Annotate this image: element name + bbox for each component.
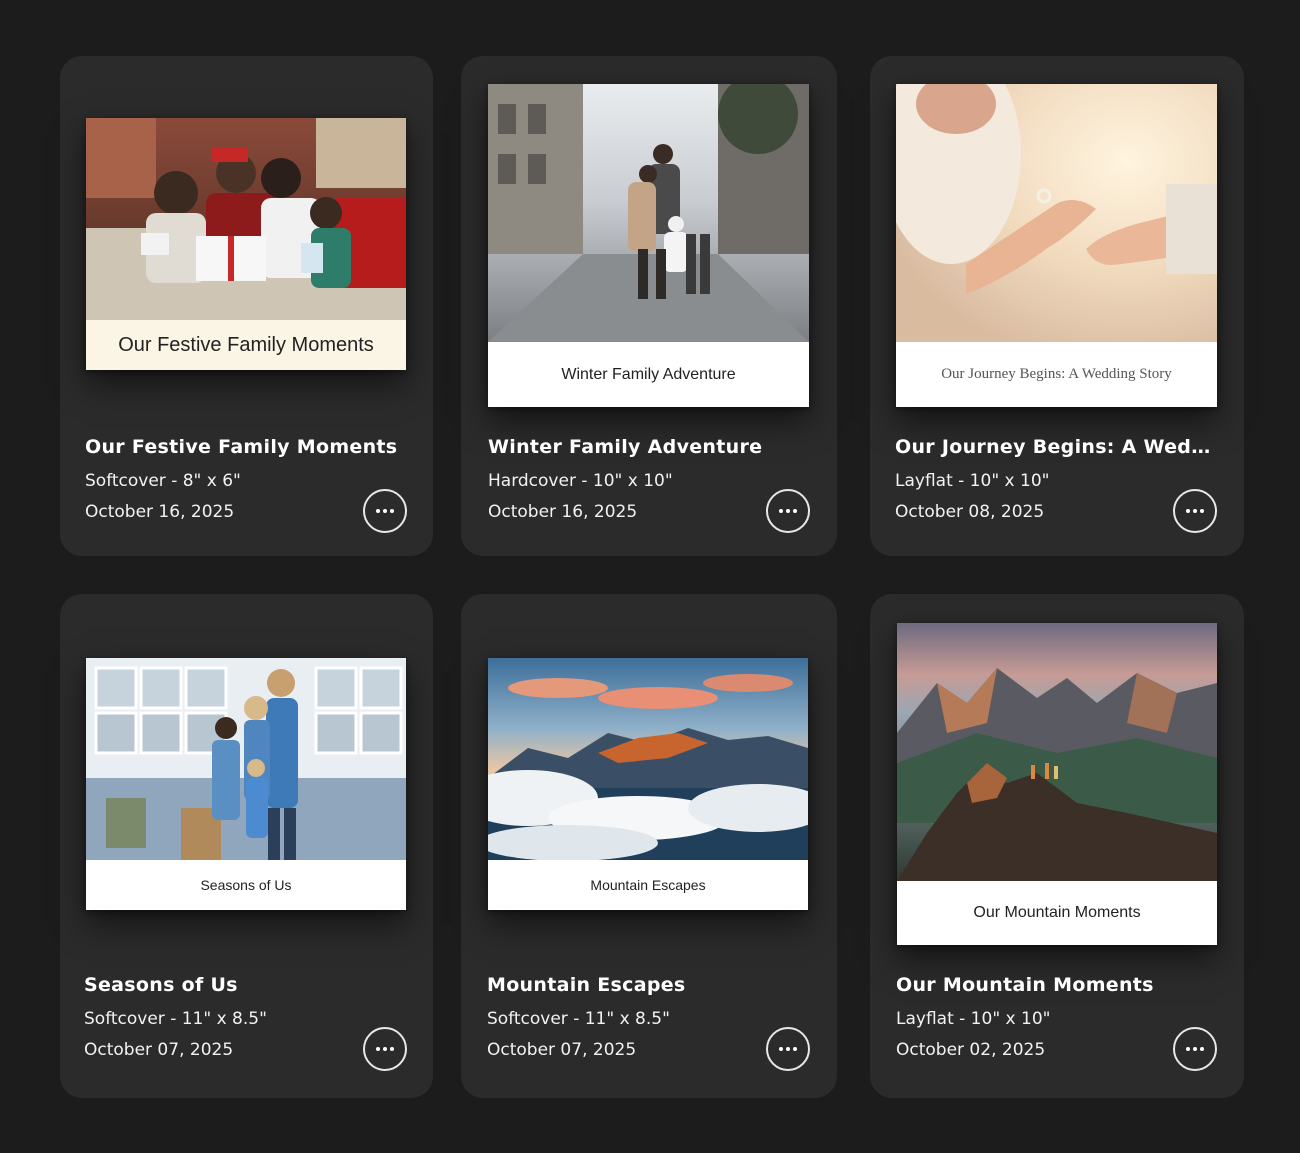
ellipsis-icon [1186,1047,1190,1051]
more-options-button[interactable] [1173,489,1217,533]
book-cover[interactable]: Mountain Escapes [488,658,808,910]
project-format: Softcover - 11" x 8.5" [487,1009,670,1029]
project-title[interactable]: Our Journey Begins: A Wedd... [895,436,1217,458]
holding-hands-ring-photo [896,84,1217,342]
project-card[interactable]: Winter Family Adventure Winter Family Ad… [461,56,837,556]
ellipsis-icon [1186,509,1190,513]
more-options-button[interactable] [766,489,810,533]
more-options-button[interactable] [1173,1027,1217,1071]
cover-caption: Our Festive Family Moments [86,320,406,370]
project-card[interactable]: Our Festive Family Moments Our Festive F… [60,56,433,556]
project-date: October 16, 2025 [488,502,638,522]
book-cover[interactable]: Winter Family Adventure [488,84,809,407]
book-cover[interactable]: Our Mountain Moments [897,623,1217,945]
project-title[interactable]: Mountain Escapes [487,974,817,996]
family-christmas-photo [86,118,406,320]
project-date: October 16, 2025 [85,502,235,522]
project-format: Softcover - 11" x 8.5" [84,1009,267,1029]
project-format: Hardcover - 10" x 10" [488,471,673,491]
project-title[interactable]: Seasons of Us [84,974,414,996]
project-title[interactable]: Winter Family Adventure [488,436,818,458]
mountain-peak-hikers-photo [897,623,1217,881]
project-title[interactable]: Our Festive Family Moments [85,436,415,458]
more-options-button[interactable] [766,1027,810,1071]
project-format: Softcover - 8" x 6" [85,471,241,491]
project-format: Layflat - 10" x 10" [895,471,1050,491]
book-cover[interactable]: Our Festive Family Moments [86,118,406,370]
more-options-button[interactable] [363,489,407,533]
snowy-street-family-photo [488,84,809,342]
project-card[interactable]: Our Mountain Moments Our Mountain Moment… [870,594,1244,1098]
project-date: October 08, 2025 [895,502,1045,522]
more-options-button[interactable] [363,1027,407,1071]
project-grid: Our Festive Family Moments Our Festive F… [0,0,1300,1153]
cover-caption: Seasons of Us [86,860,406,910]
project-card[interactable]: Seasons of Us Seasons of Us Softcover - … [60,594,433,1098]
ellipsis-icon [779,509,783,513]
book-cover[interactable]: Our Journey Begins: A Wedding Story [896,84,1217,407]
project-card[interactable]: Our Journey Begins: A Wedding Story Our … [870,56,1244,556]
cover-caption: Mountain Escapes [488,860,808,910]
family-porch-photo [86,658,406,860]
cover-caption: Our Mountain Moments [897,881,1217,945]
ellipsis-icon [376,509,380,513]
mountains-clouds-photo [488,658,808,860]
ellipsis-icon [779,1047,783,1051]
project-date: October 07, 2025 [487,1040,637,1060]
ellipsis-icon [376,1047,380,1051]
project-title[interactable]: Our Mountain Moments [896,974,1218,996]
project-card[interactable]: Mountain Escapes Mountain Escapes Softco… [461,594,837,1098]
cover-caption: Our Journey Begins: A Wedding Story [896,342,1217,407]
project-date: October 07, 2025 [84,1040,234,1060]
project-format: Layflat - 10" x 10" [896,1009,1051,1029]
project-date: October 02, 2025 [896,1040,1046,1060]
book-cover[interactable]: Seasons of Us [86,658,406,910]
cover-caption: Winter Family Adventure [488,342,809,407]
